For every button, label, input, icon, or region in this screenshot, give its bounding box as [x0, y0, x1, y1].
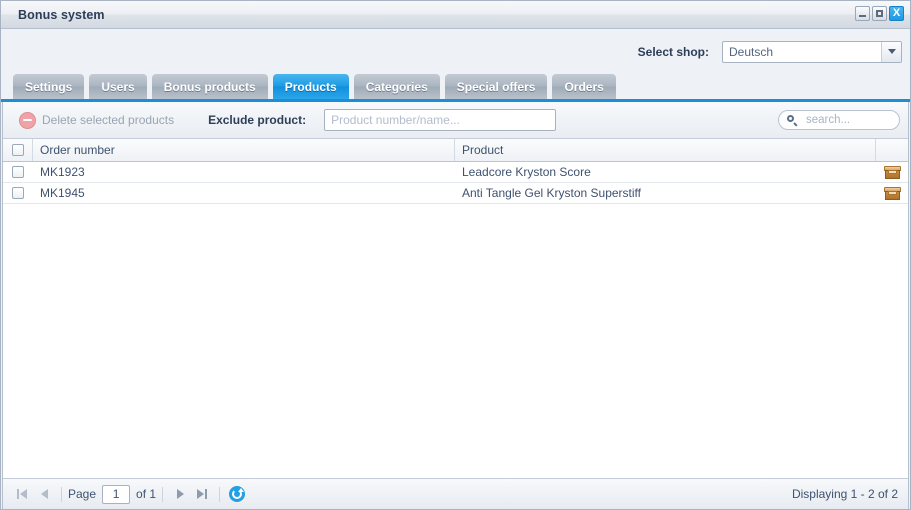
- window-controls: X: [855, 6, 904, 21]
- cell-order-number: MK1945: [40, 186, 85, 200]
- column-header-action: [876, 139, 908, 161]
- window-title: Bonus system: [18, 7, 105, 22]
- first-page-icon[interactable]: [11, 484, 33, 504]
- tab-label: Special offers: [456, 79, 536, 94]
- shop-select-value: Deutsch: [729, 44, 774, 59]
- close-icon[interactable]: X: [889, 6, 904, 21]
- pager-divider: [61, 486, 62, 502]
- tab-bar: Settings Users Bonus products Products C…: [1, 74, 910, 99]
- delete-circle-icon: [19, 111, 36, 129]
- pagination-status: Displaying 1 - 2 of 2: [791, 487, 898, 501]
- grid-body: MK1923 Leadcore Kryston Score MK1945 Ant…: [3, 162, 908, 478]
- minimize-icon[interactable]: [855, 6, 870, 21]
- row-checkbox[interactable]: [12, 166, 24, 178]
- pager-divider: [219, 486, 221, 502]
- tab-label: Users: [101, 79, 135, 94]
- cell-product: Anti Tangle Gel Kryston Superstiff: [462, 186, 641, 200]
- package-box-icon[interactable]: [883, 165, 901, 179]
- page-number-input[interactable]: [102, 484, 131, 504]
- select-all-checkbox[interactable]: [11, 144, 24, 156]
- tab-users[interactable]: Users: [89, 74, 147, 99]
- tab-label: Orders: [564, 79, 604, 94]
- products-toolbar: Delete selected products Exclude product…: [3, 102, 908, 139]
- tab-orders[interactable]: Orders: [552, 74, 616, 99]
- column-header-label: Order number: [40, 143, 115, 157]
- tab-label: Settings: [25, 79, 73, 94]
- tab-settings[interactable]: Settings: [13, 74, 85, 99]
- refresh-icon[interactable]: [229, 486, 246, 502]
- shop-selector-bar: Select shop: Deutsch: [1, 29, 910, 74]
- column-header-label: Product: [462, 143, 504, 157]
- pager-divider: [162, 486, 164, 502]
- search-input[interactable]: [804, 113, 891, 127]
- package-box-icon[interactable]: [883, 186, 901, 200]
- row-select-cell[interactable]: [3, 183, 33, 203]
- delete-selected-products-label: Delete selected products: [42, 113, 175, 127]
- shop-select[interactable]: Deutsch: [722, 40, 902, 63]
- exclude-product-input[interactable]: [324, 109, 557, 131]
- products-grid: Order number Product MK1923 Leadcore Kry…: [3, 139, 908, 478]
- next-page-icon[interactable]: [169, 484, 191, 504]
- table-row[interactable]: MK1945 Anti Tangle Gel Kryston Superstif…: [3, 183, 908, 204]
- chevron-down-icon[interactable]: [881, 41, 901, 62]
- tab-label: Categories: [365, 79, 428, 94]
- title-bar: Bonus system X: [1, 1, 910, 29]
- search-icon: [787, 114, 798, 126]
- refresh-button[interactable]: [226, 484, 248, 504]
- cell-product: Leadcore Kryston Score: [462, 165, 591, 179]
- grid-header-row: Order number Product: [3, 139, 908, 162]
- select-shop-label: Select shop:: [637, 44, 709, 59]
- cell-order-number: MK1923: [40, 165, 85, 179]
- delete-selected-products-button[interactable]: Delete selected products: [13, 108, 183, 132]
- tab-products[interactable]: Products: [272, 74, 349, 99]
- row-action-cell[interactable]: [876, 162, 908, 182]
- search-box[interactable]: [778, 110, 900, 130]
- row-checkbox[interactable]: [12, 187, 24, 199]
- column-header-product[interactable]: Product: [455, 139, 876, 161]
- exclude-product-label: Exclude product:: [208, 113, 307, 127]
- pagination-toolbar: Page of 1 Displaying 1 - 2 of 2: [3, 478, 908, 509]
- tab-label: Bonus products: [163, 79, 256, 94]
- column-header-order-number[interactable]: Order number: [33, 139, 455, 161]
- bonus-system-window: Bonus system X Select shop: Deutsch Sett…: [0, 0, 911, 510]
- tab-bonus-products[interactable]: Bonus products: [151, 74, 268, 99]
- page-label: Page: [68, 487, 97, 501]
- tab-label: Products: [284, 79, 337, 94]
- previous-page-icon[interactable]: [33, 484, 55, 504]
- table-row[interactable]: MK1923 Leadcore Kryston Score: [3, 162, 908, 183]
- row-action-cell[interactable]: [876, 183, 908, 203]
- tab-special-offers[interactable]: Special offers: [444, 74, 548, 99]
- select-all-header-cell[interactable]: [3, 139, 33, 161]
- page-total-label: of 1: [136, 487, 157, 501]
- products-panel: Delete selected products Exclude product…: [2, 102, 909, 509]
- row-select-cell[interactable]: [3, 162, 33, 182]
- maximize-icon[interactable]: [872, 6, 887, 21]
- tab-categories[interactable]: Categories: [353, 74, 440, 99]
- last-page-icon[interactable]: [191, 484, 213, 504]
